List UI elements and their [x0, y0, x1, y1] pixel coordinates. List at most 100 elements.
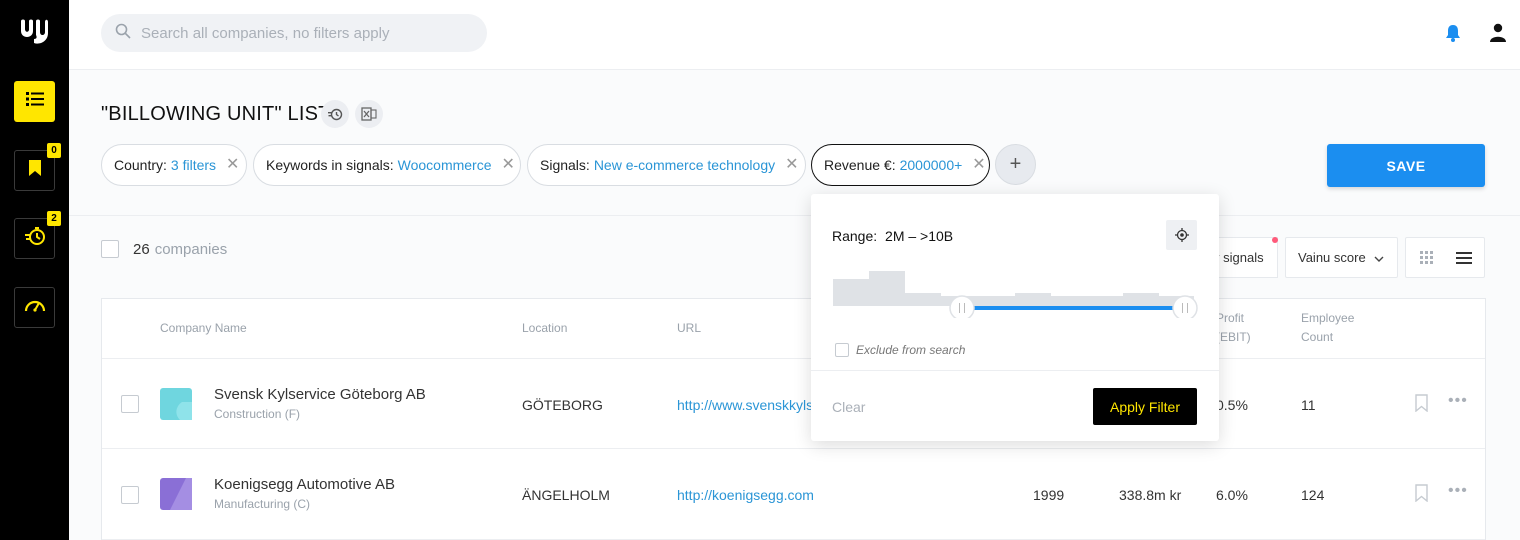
- gauge-icon: [24, 297, 46, 318]
- range-slider-track: [962, 306, 1184, 310]
- column-profit-line1: Profit: [1216, 311, 1245, 325]
- companies-table: Company Name Location URL Profit (EBIT) …: [101, 298, 1486, 540]
- list-icon: [25, 92, 44, 111]
- bookmark-outline-icon[interactable]: [1415, 394, 1428, 417]
- row-checkbox[interactable]: [121, 486, 139, 504]
- filter-chip-signals[interactable]: Signals: New e-commerce technology ✕: [527, 144, 806, 186]
- filter-value: 2000000+: [899, 157, 963, 173]
- view-toggle: [1405, 237, 1485, 278]
- bookmark-outline-icon[interactable]: [1415, 484, 1428, 507]
- filter-chip-revenue[interactable]: Revenue €: 2000000+ ✕: [811, 144, 990, 186]
- grid-view-icon[interactable]: [1420, 251, 1434, 268]
- remove-filter-icon[interactable]: ✕: [226, 157, 239, 173]
- filter-chip-country[interactable]: Country: 3 filters ✕: [101, 144, 247, 186]
- sort-dropdown[interactable]: Vainu score: [1285, 237, 1398, 278]
- company-name[interactable]: Svensk Kylservice Göteborg AB: [214, 386, 426, 403]
- target-locate-icon[interactable]: [1166, 220, 1197, 250]
- company-url[interactable]: http://koenigsegg.com: [677, 487, 814, 503]
- column-url[interactable]: URL: [677, 319, 701, 338]
- signals-indicator-dot: [1272, 237, 1278, 243]
- remove-filter-icon[interactable]: ✕: [972, 157, 985, 173]
- company-industry: Manufacturing (C): [214, 497, 311, 511]
- company-name[interactable]: Koenigsegg Automotive AB: [214, 476, 395, 493]
- range-slider-max-handle[interactable]: [1172, 295, 1198, 318]
- filter-label: Keywords in signals:: [266, 157, 394, 173]
- revenue-distribution-histogram: [833, 271, 1198, 318]
- bookmark-icon: [28, 159, 42, 182]
- more-options-icon[interactable]: •••: [1448, 482, 1468, 500]
- column-profit[interactable]: Profit (EBIT): [1216, 309, 1251, 347]
- popover-divider: [811, 370, 1219, 371]
- column-employee-line1: Employee: [1301, 311, 1355, 325]
- company-count-row: 26 companies: [101, 240, 227, 258]
- bookmarks-badge: 0: [47, 143, 61, 158]
- clear-button[interactable]: Clear: [832, 399, 865, 415]
- sidebar-item-signals[interactable]: 2: [14, 211, 61, 259]
- company-count: 26: [133, 240, 150, 258]
- company-employees: 124: [1301, 487, 1325, 503]
- range-label: Range:: [832, 228, 878, 244]
- revenue-filter-popover: Range: 2M – >10B Exclude from search Cle…: [811, 194, 1219, 441]
- search-icon: [115, 23, 131, 44]
- range-display: Range: 2M – >10B: [832, 228, 953, 244]
- filter-value: New e-commerce technology: [593, 157, 776, 173]
- search-input[interactable]: [141, 24, 471, 42]
- filter-label: Revenue €:: [824, 157, 896, 173]
- list-header: "BILLOWING UNIT" LIST Country: 3 filters…: [69, 70, 1520, 216]
- excel-export-icon[interactable]: [355, 100, 383, 128]
- range-slider-min-handle[interactable]: [949, 295, 975, 318]
- user-account-icon[interactable]: [1487, 22, 1509, 44]
- sort-dropdown-label: Vainu score: [1298, 250, 1366, 265]
- search-box[interactable]: [101, 14, 487, 52]
- filter-value: Woocommerce: [397, 157, 492, 173]
- column-company-name[interactable]: Company Name: [160, 319, 247, 338]
- chevron-down-icon: [1374, 250, 1384, 265]
- column-location[interactable]: Location: [522, 319, 567, 338]
- column-employee-count[interactable]: Employee Count: [1301, 309, 1354, 347]
- table-row[interactable]: Svensk Kylservice Göteborg AB Constructi…: [102, 359, 1485, 449]
- remove-filter-icon[interactable]: ✕: [502, 157, 515, 173]
- company-logo: [160, 478, 192, 510]
- filter-chip-keywords[interactable]: Keywords in signals: Woocommerce ✕: [253, 144, 521, 186]
- sidebar: 0 2: [0, 0, 69, 540]
- company-location: GÖTEBORG: [522, 397, 603, 413]
- signals-timer-button-icon[interactable]: [321, 100, 349, 128]
- apply-filter-button[interactable]: Apply Filter: [1093, 388, 1197, 425]
- column-profit-line2: (EBIT): [1216, 330, 1251, 344]
- sidebar-item-dashboard[interactable]: [14, 287, 55, 328]
- exclude-from-search-option[interactable]: Exclude from search: [835, 343, 965, 357]
- notifications-bell-icon[interactable]: [1442, 22, 1464, 44]
- company-profit: 6.0%: [1216, 487, 1248, 503]
- sidebar-item-bookmarks[interactable]: 0: [14, 143, 61, 191]
- exclude-label: Exclude from search: [856, 343, 966, 357]
- signals-badge: 2: [47, 211, 61, 226]
- range-value: 2M – >10B: [885, 228, 954, 244]
- table-row[interactable]: Koenigsegg Automotive AB Manufacturing (…: [102, 450, 1485, 540]
- filter-label: Signals:: [540, 157, 590, 173]
- signals-toggle-label: v signals: [1213, 250, 1264, 265]
- company-founded-year: 1999: [1033, 487, 1065, 503]
- company-logo: [160, 388, 192, 420]
- filter-value: 3 filters: [170, 157, 217, 173]
- company-employees: 11: [1301, 397, 1316, 413]
- more-options-icon[interactable]: •••: [1448, 392, 1468, 410]
- row-checkbox[interactable]: [121, 395, 139, 413]
- save-button[interactable]: SAVE: [1327, 144, 1485, 187]
- add-filter-button[interactable]: +: [995, 144, 1036, 185]
- company-industry: Construction (F): [214, 407, 301, 421]
- select-all-checkbox[interactable]: [101, 240, 119, 258]
- company-profit: 0.5%: [1216, 397, 1248, 413]
- top-bar: [69, 0, 1520, 70]
- company-count-label: companies: [154, 240, 228, 258]
- signal-timer-icon: [24, 226, 46, 251]
- list-view-icon[interactable]: [1456, 251, 1472, 268]
- page-title: "BILLOWING UNIT" LIST: [101, 103, 331, 125]
- table-header: Company Name Location URL Profit (EBIT) …: [102, 299, 1485, 359]
- company-revenue: 338.8m kr: [1119, 487, 1182, 503]
- company-url[interactable]: http://www.svenskkyls: [677, 397, 813, 413]
- company-location: ÄNGELHOLM: [522, 487, 610, 503]
- app-logo-icon[interactable]: [19, 18, 49, 46]
- exclude-checkbox[interactable]: [835, 343, 849, 357]
- remove-filter-icon[interactable]: ✕: [785, 157, 798, 173]
- sidebar-item-list[interactable]: [14, 81, 55, 122]
